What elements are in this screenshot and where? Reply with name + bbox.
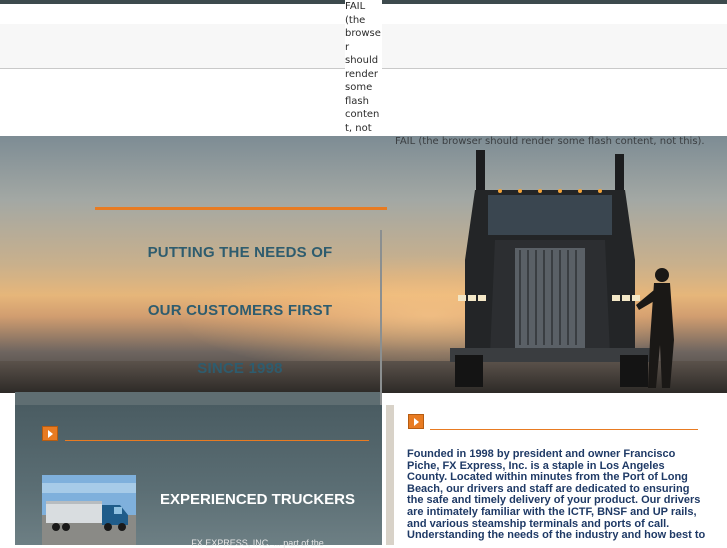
about-paragraph: Founded in 1998 by president and owner F… [407,448,706,542]
tagline-line-1: PUTTING THE NEEDS OF [147,244,333,261]
tagline-accent-rule [95,207,387,210]
about-more-button[interactable] [408,414,424,429]
trucker-photo [42,475,136,545]
flash-fallback-wide: FAIL (the browser should render some fla… [395,136,705,147]
top-bar-left [0,0,345,4]
flash-fallback-narrow: FAIL (the browser should render some fla… [345,0,382,147]
truckers-accent-rule [65,440,369,441]
tagline-line-3: SINCE 1998 [197,360,283,377]
chevron-right-icon [48,430,53,438]
top-bar-right [382,0,727,4]
truck-image [450,150,674,388]
tagline-divider [380,230,382,405]
panel-separator [386,405,394,545]
truckers-snippet: FX EXPRESS, INC. ... part of the [191,538,324,548]
truckers-more-button[interactable] [42,426,58,441]
about-accent-rule [430,429,698,430]
left-panel-top-strip [15,392,382,405]
chevron-right-icon [414,418,419,426]
tagline-line-2: OUR CUSTOMERS FIRST [147,302,333,319]
truckers-heading: EXPERIENCED TRUCKERS [159,491,356,508]
